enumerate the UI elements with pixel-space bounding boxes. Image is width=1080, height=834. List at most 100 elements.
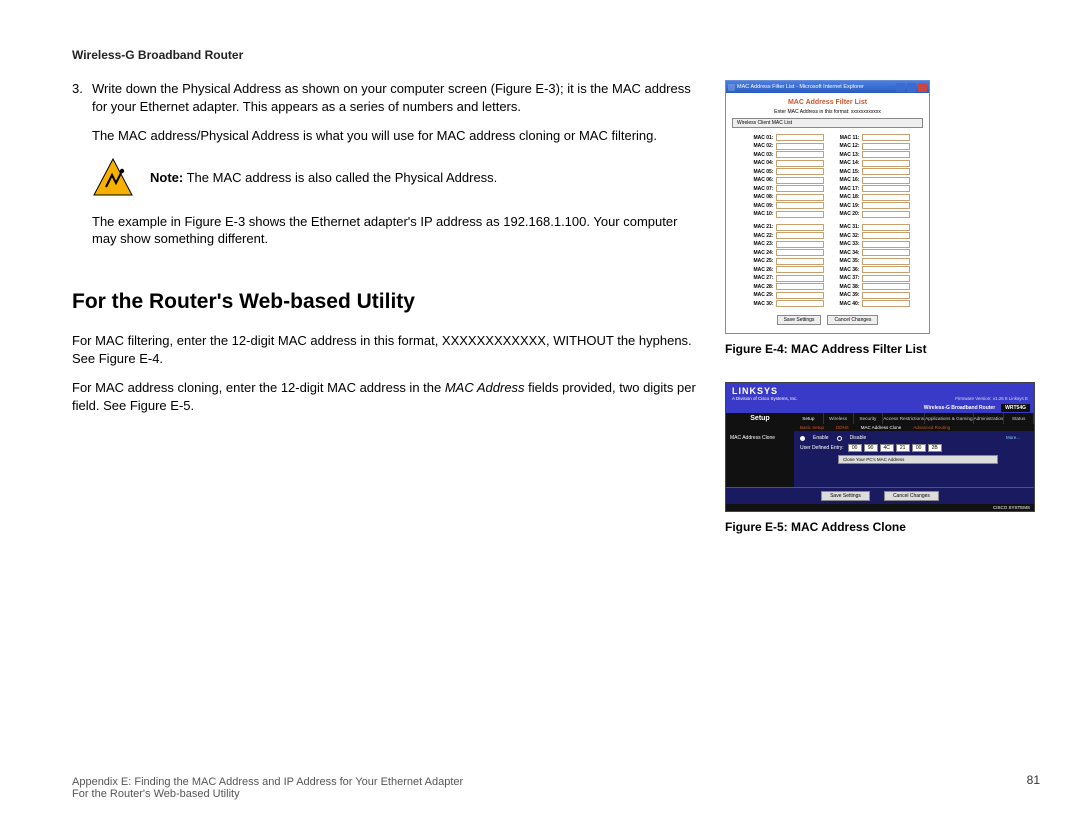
help-more-link[interactable]: More...: [1004, 431, 1034, 487]
model-badge: WRT54G: [1001, 404, 1030, 412]
e4-cancel-button[interactable]: Cancel Changes: [827, 315, 878, 325]
mac-input[interactable]: [862, 266, 910, 273]
mac-input[interactable]: [776, 211, 824, 218]
mac-row: MAC 20:: [832, 211, 910, 218]
mac-input[interactable]: [776, 275, 824, 282]
footer-line2: For the Router's Web-based Utility: [72, 788, 1040, 800]
mac-input[interactable]: [776, 194, 824, 201]
e5-cancel-button[interactable]: Cancel Changes: [884, 491, 939, 501]
step3-p2: The MAC address/Physical Address is what…: [92, 127, 697, 145]
mac-input[interactable]: [862, 177, 910, 184]
mac-input[interactable]: [862, 151, 910, 158]
mac-label: MAC 03:: [746, 152, 774, 158]
mac-input[interactable]: [776, 224, 824, 231]
tab-access-restrictions[interactable]: Access Restrictions: [883, 413, 925, 424]
e4-save-button[interactable]: Save Settings: [777, 315, 822, 325]
mac-input[interactable]: [862, 275, 910, 282]
mac-input[interactable]: [776, 168, 824, 175]
mac-input[interactable]: [776, 134, 824, 141]
mac-input[interactable]: [862, 232, 910, 239]
figure-e4-window: MAC Address Filter List - Microsoft Inte…: [725, 80, 930, 334]
wireless-client-mac-list-button[interactable]: Wireless Client MAC List: [732, 118, 923, 128]
mac-row: MAC 17:: [832, 185, 910, 192]
close-icon[interactable]: [918, 83, 927, 92]
tab-wireless[interactable]: Wireless: [824, 413, 854, 424]
subtab-advanced-routing[interactable]: Advanced Routing: [907, 424, 956, 431]
mac-row: MAC 11:: [832, 134, 910, 141]
mac-input[interactable]: [862, 168, 910, 175]
mac-input[interactable]: [862, 202, 910, 209]
mac-input[interactable]: [776, 249, 824, 256]
mac-input[interactable]: [776, 232, 824, 239]
mac-label: MAC 10:: [746, 211, 774, 217]
mac-label: MAC 07:: [746, 186, 774, 192]
mac-hex-field[interactable]: 00: [848, 444, 862, 452]
mac-input[interactable]: [862, 194, 910, 201]
mac-input[interactable]: [776, 151, 824, 158]
mac-input[interactable]: [862, 143, 910, 150]
mac-input[interactable]: [862, 224, 910, 231]
user-defined-entry-label: User Defined Entry:: [800, 445, 844, 451]
mac-input[interactable]: [776, 258, 824, 265]
mac-input[interactable]: [862, 185, 910, 192]
mac-hex-field[interactable]: 4C: [880, 444, 894, 452]
mac-label: MAC 12:: [832, 143, 860, 149]
disable-radio[interactable]: [837, 436, 842, 441]
footer-line1: Appendix E: Finding the MAC Address and …: [72, 776, 1040, 788]
mac-input[interactable]: [862, 134, 910, 141]
doc-header: Wireless-G Broadband Router: [72, 48, 1040, 62]
mac-input[interactable]: [862, 160, 910, 167]
tab-security[interactable]: Security: [854, 413, 884, 424]
tab-applications-gaming[interactable]: Applications & Gaming: [925, 413, 973, 424]
e5-save-button[interactable]: Save Settings: [821, 491, 870, 501]
mac-input[interactable]: [862, 241, 910, 248]
tab-setup[interactable]: Setup: [794, 413, 824, 424]
mac-row: MAC 31:: [832, 224, 910, 231]
setup-section-label: Setup: [726, 413, 794, 424]
mac-input[interactable]: [776, 177, 824, 184]
mac-input[interactable]: [862, 300, 910, 307]
mac-label: MAC 29:: [746, 292, 774, 298]
mac-row: MAC 30:: [746, 300, 824, 307]
mac-row: MAC 37:: [832, 275, 910, 282]
tab-status[interactable]: Status: [1004, 413, 1034, 424]
mac-input[interactable]: [776, 160, 824, 167]
mac-row: MAC 08:: [746, 194, 824, 201]
mac-input[interactable]: [862, 283, 910, 290]
mac-input[interactable]: [776, 292, 824, 299]
mac-hex-field[interactable]: 2B: [928, 444, 942, 452]
mac-input[interactable]: [776, 300, 824, 307]
mac-input[interactable]: [776, 202, 824, 209]
minimize-icon[interactable]: [896, 83, 905, 92]
mac-label: MAC 37:: [832, 275, 860, 281]
mac-input[interactable]: [776, 283, 824, 290]
subtab-basic-setup[interactable]: Basic Setup: [794, 424, 830, 431]
mac-input[interactable]: [776, 185, 824, 192]
subtab-ddns[interactable]: DDNS: [830, 424, 855, 431]
mac-input[interactable]: [776, 241, 824, 248]
maximize-icon[interactable]: [907, 83, 916, 92]
mac-input[interactable]: [862, 211, 910, 218]
mac-hex-field[interactable]: 90: [864, 444, 878, 452]
mac-label: MAC 14:: [832, 160, 860, 166]
enable-radio[interactable]: [800, 436, 805, 441]
mac-input[interactable]: [776, 266, 824, 273]
mac-label: MAC 17:: [832, 186, 860, 192]
mac-hex-field[interactable]: 00: [912, 444, 926, 452]
figure-e4-caption: Figure E-4: MAC Address Filter List: [725, 342, 1035, 356]
mac-input[interactable]: [862, 258, 910, 265]
mac-input[interactable]: [862, 249, 910, 256]
mac-label: MAC 28:: [746, 284, 774, 290]
subtab-mac-address-clone[interactable]: MAC Address Clone: [855, 424, 908, 431]
mac-label: MAC 26:: [746, 267, 774, 273]
mac-input[interactable]: [862, 292, 910, 299]
mac-label: MAC 38:: [832, 284, 860, 290]
mac-input[interactable]: [776, 143, 824, 150]
tab-administration[interactable]: Administration: [974, 413, 1005, 424]
cisco-systems-label: CISCO SYSTEMS: [726, 504, 1034, 511]
mac-label: MAC 30:: [746, 301, 774, 307]
body-p2: For MAC address cloning, enter the 12-di…: [72, 379, 697, 414]
mac-hex-field[interactable]: 21: [896, 444, 910, 452]
mac-row: MAC 24:: [746, 249, 824, 256]
clone-pc-mac-button[interactable]: Clone Your PC's MAC Address: [838, 455, 998, 464]
